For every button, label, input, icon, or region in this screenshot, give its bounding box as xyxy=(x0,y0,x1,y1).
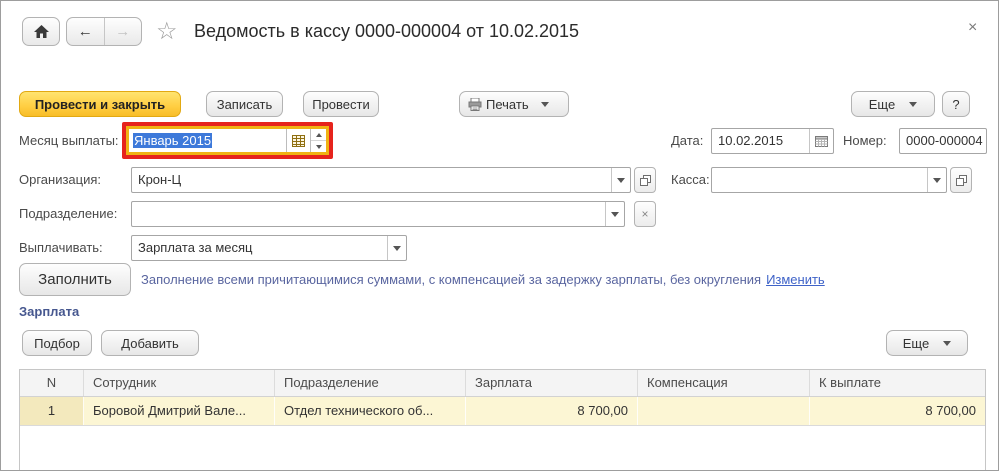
calendar-grid-icon xyxy=(292,134,305,147)
chevron-down-icon xyxy=(393,245,401,251)
header-cell-n: N xyxy=(20,370,84,396)
history-nav-group: ← → xyxy=(66,17,142,46)
cell-to-pay[interactable]: 8 700,00 xyxy=(810,397,985,425)
month-label: Месяц выплаты: xyxy=(19,133,119,148)
post-button[interactable]: Провести xyxy=(303,91,379,117)
cashbox-open-button[interactable] xyxy=(950,167,972,193)
header-cell-department: Подразделение xyxy=(275,370,466,396)
department-clear-button[interactable]: × xyxy=(634,201,656,227)
number-label: Номер: xyxy=(843,133,887,148)
spinner-down-button[interactable] xyxy=(311,141,326,152)
spinner-down-icon xyxy=(315,144,322,149)
fill-button[interactable]: Заполнить xyxy=(19,263,131,296)
spinner-up-icon xyxy=(315,132,322,137)
more-dropdown-icon xyxy=(909,101,918,107)
month-picker-button[interactable] xyxy=(286,129,310,152)
forward-icon: → xyxy=(115,23,131,40)
home-button[interactable] xyxy=(22,17,60,46)
cell-employee[interactable]: Боровой Дмитрий Вале... xyxy=(84,397,275,425)
print-label: Печать xyxy=(486,96,529,112)
payout-value[interactable]: Зарплата за месяц xyxy=(132,236,387,260)
organization-dropdown-button[interactable] xyxy=(611,168,630,192)
date-picker-button[interactable] xyxy=(809,129,833,153)
month-spinner xyxy=(310,129,326,152)
organization-field[interactable]: Крон-Ц xyxy=(131,167,631,193)
more-button-top[interactable]: Еще xyxy=(851,91,935,117)
payout-label: Выплачивать: xyxy=(19,240,103,255)
month-value[interactable]: Январь 2015 xyxy=(129,129,286,152)
change-link[interactable]: Изменить xyxy=(766,272,825,287)
add-button[interactable]: Добавить xyxy=(101,330,199,356)
cell-compensation[interactable] xyxy=(638,397,810,425)
back-button[interactable]: ← xyxy=(67,18,105,45)
document-window: ← → ☆ Ведомость в кассу 0000-000004 от 1… xyxy=(0,0,999,471)
number-field[interactable]: 0000-000004 xyxy=(899,128,987,154)
organization-open-button[interactable] xyxy=(634,167,656,193)
calendar-icon xyxy=(815,136,828,147)
annotation-highlight: Январь 2015 xyxy=(122,122,333,159)
department-value[interactable] xyxy=(132,202,605,226)
cell-n[interactable]: 1 xyxy=(20,397,84,425)
date-value[interactable]: 10.02.2015 xyxy=(712,129,809,153)
table-header-row: N Сотрудник Подразделение Зарплата Компе… xyxy=(20,370,985,397)
chevron-down-icon xyxy=(617,177,625,183)
cashbox-field[interactable] xyxy=(711,167,947,193)
more-dropdown-icon xyxy=(943,340,952,346)
pick-button[interactable]: Подбор xyxy=(22,330,92,356)
cashbox-dropdown-button[interactable] xyxy=(927,168,946,192)
chevron-down-icon xyxy=(933,177,941,183)
month-field[interactable]: Январь 2015 xyxy=(126,126,329,155)
payout-dropdown-button[interactable] xyxy=(387,236,406,260)
favorite-star-icon[interactable]: ☆ xyxy=(156,19,178,45)
selected-text: Январь 2015 xyxy=(133,133,213,148)
more-label: Еще xyxy=(902,335,930,351)
print-button[interactable]: Печать xyxy=(459,91,569,117)
clear-x-icon: × xyxy=(641,207,649,221)
salary-table: N Сотрудник Подразделение Зарплата Компе… xyxy=(19,369,986,470)
close-icon[interactable]: × xyxy=(968,19,977,37)
payout-field[interactable]: Зарплата за месяц xyxy=(131,235,407,261)
chevron-down-icon xyxy=(611,211,619,217)
department-label: Подразделение: xyxy=(19,206,118,221)
organization-label: Организация: xyxy=(19,172,102,187)
fill-note-row: Заполнение всеми причитающимися суммами,… xyxy=(141,263,825,296)
date-field[interactable]: 10.02.2015 xyxy=(711,128,834,154)
salary-section-title: Зарплата xyxy=(19,304,80,319)
post-and-close-button[interactable]: Провести и закрыть xyxy=(19,91,181,117)
back-icon: ← xyxy=(77,23,93,40)
cashbox-label: Касса: xyxy=(671,172,710,187)
cell-department[interactable]: Отдел технического об... xyxy=(275,397,466,425)
open-form-icon xyxy=(955,174,967,186)
more-button-table[interactable]: Еще xyxy=(886,330,968,356)
cashbox-value[interactable] xyxy=(712,168,927,192)
open-form-icon xyxy=(639,174,651,186)
header-cell-to-pay: К выплате xyxy=(819,375,882,390)
header-cell-salary: Зарплата xyxy=(466,370,638,396)
number-value[interactable]: 0000-000004 xyxy=(900,129,986,153)
forward-button: → xyxy=(105,18,142,45)
department-field[interactable] xyxy=(131,201,625,227)
help-button[interactable]: ? xyxy=(942,91,970,117)
more-label: Еще xyxy=(868,96,896,112)
home-icon xyxy=(33,24,49,38)
department-dropdown-button[interactable] xyxy=(605,202,624,226)
print-dropdown-icon xyxy=(540,101,549,107)
write-button[interactable]: Записать xyxy=(206,91,283,117)
date-label: Дата: xyxy=(671,133,704,148)
header-cell-employee: Сотрудник xyxy=(84,370,275,396)
printer-icon xyxy=(468,97,482,111)
spinner-up-button[interactable] xyxy=(311,129,326,141)
organization-value[interactable]: Крон-Ц xyxy=(132,168,611,192)
header-cell-compensation: Компенсация xyxy=(638,370,810,396)
page-title: Ведомость в кассу 0000-000004 от 10.02.2… xyxy=(194,21,580,41)
table-row[interactable]: 1 Боровой Дмитрий Вале... Отдел техничес… xyxy=(20,397,985,426)
fill-description: Заполнение всеми причитающимися суммами,… xyxy=(141,272,762,287)
cell-salary[interactable]: 8 700,00 xyxy=(466,397,638,425)
